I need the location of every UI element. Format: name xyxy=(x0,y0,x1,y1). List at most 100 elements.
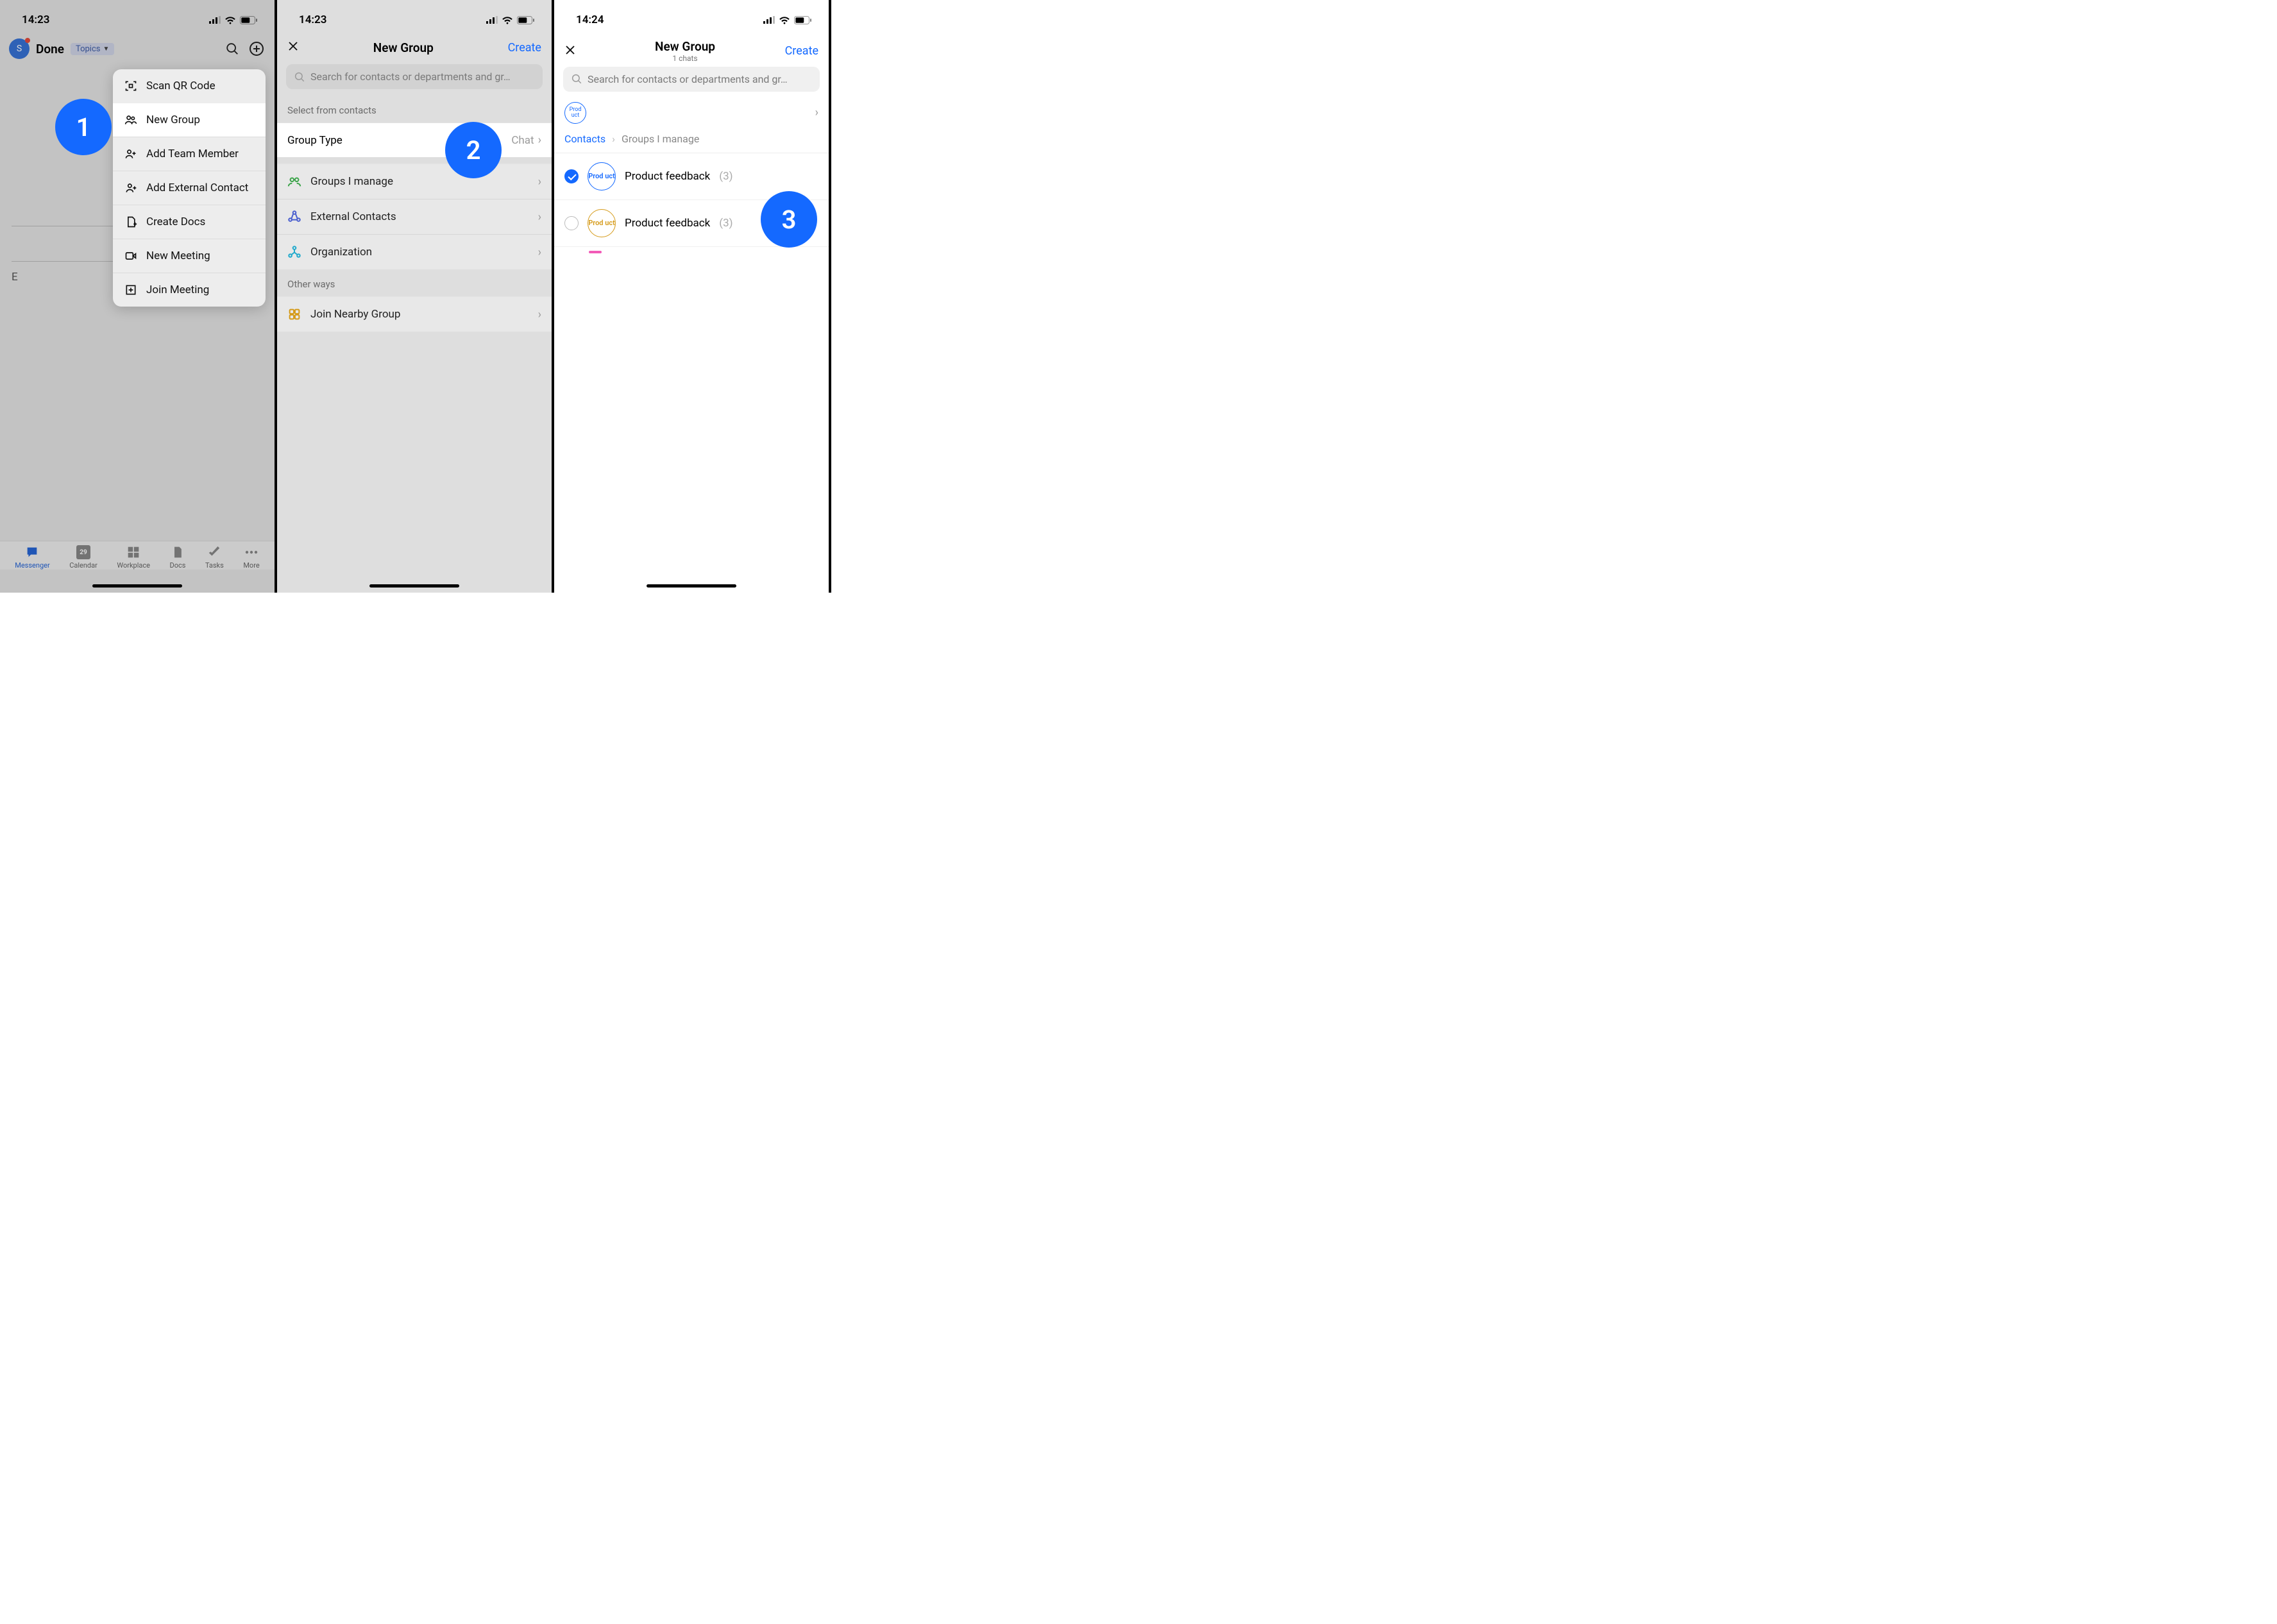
search-icon xyxy=(294,71,305,83)
status-right xyxy=(209,16,258,24)
menu-scan-qr[interactable]: Scan QR Code xyxy=(113,69,266,103)
add-menu-popup: Scan QR Code New Group Add Team Member A… xyxy=(113,69,266,307)
chevron-right-icon: › xyxy=(538,308,541,321)
chevron-right-icon: › xyxy=(538,175,541,189)
status-time: 14:23 xyxy=(22,13,49,26)
menu-new-meeting[interactable]: New Meeting xyxy=(113,239,266,273)
wifi-icon xyxy=(224,16,236,24)
row-join-nearby[interactable]: Join Nearby Group › xyxy=(277,296,552,332)
group-avatar: Prod uct xyxy=(588,162,616,190)
screenshot-1: 14:23 S Done Topics ▼ E xyxy=(0,0,277,593)
add-member-icon xyxy=(124,148,137,160)
modal-title: New Group xyxy=(590,40,780,54)
breadcrumb-current: Groups I manage xyxy=(622,133,699,145)
group-count: (3) xyxy=(719,170,732,183)
tab-docs[interactable]: Docs xyxy=(169,545,185,570)
screenshot-3: 14:24 New Group 1 chats Create Search fo… xyxy=(554,0,831,593)
status-bar: 14:24 xyxy=(554,0,829,32)
docs-plus-icon xyxy=(124,216,137,228)
close-button[interactable] xyxy=(564,44,590,58)
tab-workplace[interactable]: Workplace xyxy=(117,545,150,570)
home-indicator xyxy=(92,584,182,588)
modal-header: New Group 1 chats Create xyxy=(554,32,829,65)
close-button[interactable] xyxy=(287,40,299,55)
group-name: Product feedback xyxy=(625,217,710,230)
status-time: 14:23 xyxy=(299,13,326,26)
modal-header: New Group Create xyxy=(277,32,552,63)
menu-create-docs[interactable]: Create Docs xyxy=(113,205,266,239)
battery-icon xyxy=(517,16,535,24)
chevron-right-icon: › xyxy=(538,246,541,259)
chevron-right-icon: › xyxy=(612,133,615,145)
menu-add-external-contact[interactable]: Add External Contact xyxy=(113,171,266,205)
search-placeholder: Search for contacts or departments and g… xyxy=(588,73,788,85)
group-type-row[interactable]: Group Type Chat › xyxy=(277,123,552,157)
nearby-icon xyxy=(287,307,301,321)
tab-more[interactable]: More xyxy=(243,545,259,570)
caret-down-icon: ▼ xyxy=(103,46,110,53)
chevron-right-icon: › xyxy=(538,133,541,147)
create-button[interactable]: Create xyxy=(780,44,818,58)
section-select-contacts: Select from contacts xyxy=(277,96,552,123)
menu-new-group[interactable]: New Group xyxy=(113,103,266,137)
status-bar: 14:23 xyxy=(0,0,275,32)
home-indicator xyxy=(369,584,459,588)
wifi-icon xyxy=(502,16,513,24)
checkbox[interactable] xyxy=(564,169,579,183)
cellular-icon xyxy=(209,16,221,24)
workplace-icon xyxy=(126,545,140,559)
step-bubble-3: 3 xyxy=(761,191,817,248)
row-organization[interactable]: Organization › xyxy=(277,234,552,269)
selected-chip[interactable]: Prod uct xyxy=(564,102,586,124)
search-button[interactable] xyxy=(223,40,241,58)
wifi-icon xyxy=(779,16,790,24)
add-button[interactable] xyxy=(248,40,266,58)
plus-circle-icon xyxy=(249,41,264,56)
group-icon xyxy=(124,114,137,126)
chevron-right-icon[interactable]: › xyxy=(815,106,818,119)
status-time: 14:24 xyxy=(576,13,604,26)
status-bar: 14:23 xyxy=(277,0,552,32)
search-icon xyxy=(571,73,582,85)
search-input[interactable]: Search for contacts or departments and g… xyxy=(286,64,543,89)
row-external-contacts[interactable]: External Contacts › xyxy=(277,199,552,234)
close-icon xyxy=(287,40,299,52)
search-input[interactable]: Search for contacts or departments and g… xyxy=(563,67,820,92)
profile-avatar[interactable]: S xyxy=(9,38,30,59)
messenger-icon xyxy=(25,545,39,559)
screenshot-2: 14:23 New Group Create Search for contac… xyxy=(277,0,554,593)
cellular-icon xyxy=(763,16,775,24)
step-bubble-1: 1 xyxy=(55,99,112,155)
external-icon xyxy=(287,210,301,224)
checkbox[interactable] xyxy=(564,216,579,230)
cellular-icon xyxy=(486,16,498,24)
group-type-label: Group Type xyxy=(287,134,343,147)
selected-chip-row: Prod uct › xyxy=(554,98,829,133)
topics-filter-chip[interactable]: Topics ▼ xyxy=(71,43,114,55)
breadcrumb-contacts[interactable]: Contacts xyxy=(564,133,605,145)
search-placeholder: Search for contacts or departments and g… xyxy=(310,71,511,83)
menu-add-team-member[interactable]: Add Team Member xyxy=(113,137,266,171)
menu-join-meeting[interactable]: Join Meeting xyxy=(113,273,266,307)
group-count: (3) xyxy=(719,217,732,230)
chevron-right-icon: › xyxy=(538,210,541,224)
chat-header: S Done Topics ▼ xyxy=(0,32,275,65)
tab-tasks[interactable]: Tasks xyxy=(205,545,224,570)
modal-subtitle: 1 chats xyxy=(590,54,780,63)
qr-icon xyxy=(124,80,137,92)
create-button[interactable]: Create xyxy=(508,41,541,55)
group-avatar: Prod uct xyxy=(588,209,616,237)
group-name: Product feedback xyxy=(625,170,710,183)
join-meeting-icon xyxy=(124,283,137,296)
tab-messenger[interactable]: Messenger xyxy=(15,545,49,570)
section-other-ways: Other ways xyxy=(277,269,552,296)
next-item-peek xyxy=(589,251,602,253)
group-type-value-wrap: Chat › xyxy=(511,133,541,147)
add-contact-icon xyxy=(124,182,137,194)
modal-title: New Group xyxy=(373,40,434,55)
tab-calendar[interactable]: 29 Calendar xyxy=(69,545,97,570)
more-icon xyxy=(244,545,258,559)
home-indicator xyxy=(647,584,736,588)
row-groups-i-manage[interactable]: Groups I manage › xyxy=(277,164,552,199)
docs-icon xyxy=(171,545,185,559)
